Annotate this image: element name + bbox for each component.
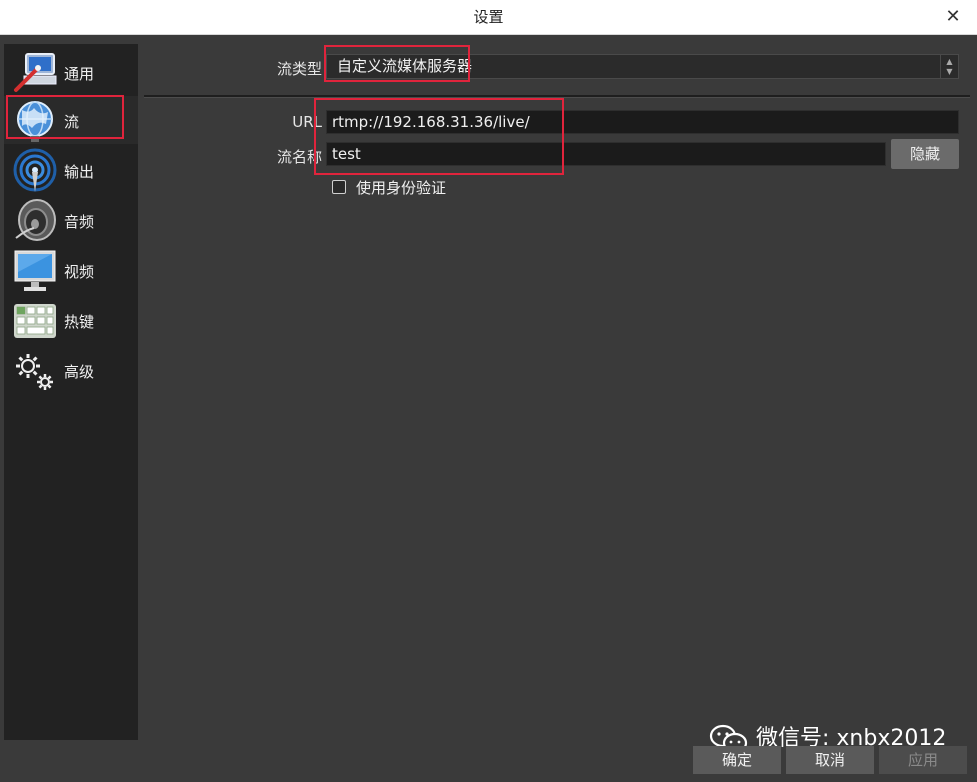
sidebar-item-stream[interactable]: 流 bbox=[4, 96, 138, 144]
window-titlebar: 设置 ✕ bbox=[0, 0, 977, 35]
monitor-icon bbox=[14, 250, 56, 291]
hide-key-button[interactable]: 隐藏 bbox=[891, 139, 959, 169]
stream-key-label: 流名称 bbox=[276, 148, 322, 166]
globe-icon bbox=[17, 101, 53, 142]
stream-key-input[interactable]: test bbox=[326, 142, 886, 166]
sidebar-item-label: 高级 bbox=[64, 363, 95, 381]
keyboard-icon bbox=[14, 304, 56, 338]
cancel-button[interactable]: 取消 bbox=[786, 746, 874, 774]
sidebar-item-label: 热键 bbox=[64, 313, 95, 331]
stream-type-value: 自定义流媒体服务器 bbox=[337, 57, 473, 75]
sidebar-item-hotkeys[interactable]: 热键 bbox=[4, 296, 138, 344]
sidebar-item-output[interactable]: 输出 bbox=[4, 146, 138, 194]
broadcast-antenna-icon bbox=[13, 148, 57, 192]
url-value: rtmp://192.168.31.36/live/ bbox=[332, 113, 530, 131]
ok-button[interactable]: 确定 bbox=[693, 746, 781, 774]
url-label: URL bbox=[292, 113, 322, 131]
use-auth-label: 使用身份验证 bbox=[356, 179, 447, 197]
stream-type-label: 流类型 bbox=[276, 60, 322, 78]
speaker-icon bbox=[15, 199, 56, 241]
close-button[interactable]: ✕ bbox=[943, 0, 963, 34]
sidebar-item-advanced[interactable]: 高级 bbox=[4, 346, 138, 394]
sidebar-item-general[interactable]: 通用 bbox=[4, 48, 138, 96]
section-divider bbox=[144, 95, 970, 98]
sidebar-item-audio[interactable]: 音频 bbox=[4, 196, 138, 244]
sidebar-item-label: 输出 bbox=[64, 163, 95, 181]
use-auth-checkbox[interactable] bbox=[332, 180, 346, 194]
settings-sidebar: 通用 流 输出 音频 视频 热键 高级 bbox=[4, 44, 138, 740]
stream-type-select[interactable]: 自定义流媒体服务器 ▲ ▼ bbox=[326, 54, 959, 79]
close-icon: ✕ bbox=[945, 6, 961, 27]
sidebar-item-video[interactable]: 视频 bbox=[4, 246, 138, 294]
stream-key-value: test bbox=[332, 145, 361, 163]
sidebar-item-label: 通用 bbox=[64, 65, 95, 83]
apply-button[interactable]: 应用 bbox=[879, 746, 967, 774]
general-settings-icon bbox=[14, 53, 57, 92]
sidebar-item-label: 流 bbox=[64, 113, 80, 131]
window-title: 设置 bbox=[473, 8, 504, 26]
sidebar-item-label: 音频 bbox=[64, 213, 95, 231]
spinner-arrows-icon: ▲ ▼ bbox=[940, 55, 958, 78]
stream-settings-panel: 流类型 自定义流媒体服务器 ▲ ▼ URL rtmp://192.168.31.3… bbox=[144, 44, 970, 740]
sidebar-item-label: 视频 bbox=[64, 263, 95, 281]
gears-icon bbox=[16, 354, 53, 390]
url-input[interactable]: rtmp://192.168.31.36/live/ bbox=[326, 110, 959, 134]
